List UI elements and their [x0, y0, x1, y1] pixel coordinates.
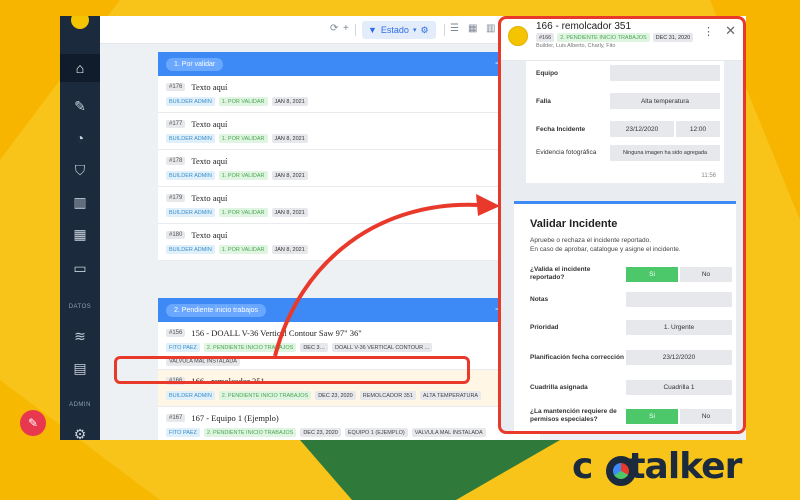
- user-badge: BUILDER ADMIN: [166, 134, 215, 143]
- id-tag: #180: [166, 231, 186, 239]
- list-item[interactable]: #179 Texto aquí BUILDER ADMIN 1. POR VALID…: [158, 187, 540, 224]
- failure-badge: VALVULA MAL INSTALADA: [411, 428, 486, 437]
- sidebar-section-label: ADMIN: [69, 402, 91, 408]
- settings-icon[interactable]: ⚙: [60, 420, 100, 441]
- wrench-icon[interactable]: ✎: [60, 92, 100, 120]
- date-badge: JAN 8, 2021: [271, 208, 308, 217]
- id-tag: #176: [166, 83, 186, 91]
- chart-icon[interactable]: ▥: [60, 188, 100, 216]
- date-badge: JAN 8, 2021: [271, 134, 308, 143]
- id-tag: #167: [166, 414, 186, 422]
- list-item[interactable]: #180 Texto aquí BUILDER ADMIN 1. POR VALID…: [158, 224, 540, 261]
- document-icon[interactable]: ▤: [60, 354, 100, 382]
- id-tag: #156: [166, 329, 186, 337]
- list-icon[interactable]: ☰: [450, 23, 459, 34]
- shield-icon[interactable]: ⛉: [60, 156, 100, 184]
- calendar-icon[interactable]: ▦: [60, 220, 100, 248]
- list-item[interactable]: #167 167 - Equipo 1 (Ejemplo) FITO PAEZ 2.…: [158, 407, 540, 440]
- user-badge: BUILDER ADMIN: [166, 391, 215, 400]
- group-header[interactable]: 2. Pendiente inicio trabajos + ︿: [158, 298, 540, 322]
- cotalker-logo: c talker: [572, 446, 742, 487]
- filter-label: Estado: [380, 25, 409, 35]
- item-title: Texto aquí: [191, 230, 228, 240]
- item-title: Texto aquí: [191, 82, 228, 92]
- id-tag: #178: [166, 157, 186, 165]
- divider: [355, 24, 356, 36]
- item-title: Texto aquí: [191, 156, 228, 166]
- status-filter[interactable]: ▼ Estado ▾ ⚙: [362, 21, 436, 39]
- database-icon[interactable]: ≋: [60, 322, 100, 350]
- id-tag: #177: [166, 120, 186, 128]
- failure-badge: ALTA TEMPERATURA: [419, 391, 482, 400]
- list-item[interactable]: #177 Texto aquí BUILDER ADMIN 1. POR VALID…: [158, 113, 540, 150]
- list-item[interactable]: #178 Texto aquí BUILDER ADMIN 1. POR VALID…: [158, 150, 540, 187]
- id-tag: #179: [166, 194, 186, 202]
- user-badge: FITO PAEZ: [166, 428, 200, 437]
- status-badge: 1. POR VALIDAR: [218, 134, 268, 143]
- item-title: 167 - Equipo 1 (Ejemplo): [191, 413, 279, 423]
- home-icon[interactable]: ⌂: [60, 54, 100, 82]
- refresh-icon[interactable]: ⟳: [330, 23, 338, 34]
- dashboard-icon[interactable]: ◔: [60, 124, 100, 152]
- group-por-validar: 1. Por validar + ︿ #176 Texto aquí BUILDE…: [158, 52, 540, 261]
- status-badge: 1. POR VALIDAR: [218, 171, 268, 180]
- equipment-badge: REMOLCADOR 351: [359, 391, 416, 400]
- item-title: Texto aquí: [191, 119, 228, 129]
- user-badge: BUILDER ADMIN: [166, 245, 215, 254]
- panel-highlight: [498, 16, 746, 434]
- status-badge: 1. POR VALIDAR: [218, 208, 268, 217]
- kanban-icon[interactable]: ▥: [486, 23, 495, 34]
- date-badge: JAN 8, 2021: [271, 245, 308, 254]
- date-badge: JAN 8, 2021: [271, 171, 308, 180]
- group-label: 2. Pendiente inicio trabajos: [166, 303, 267, 317]
- gear-icon: ⚙: [420, 24, 429, 35]
- status-badge: 2. PENDIENTE INICIO TRABAJOS: [203, 428, 297, 437]
- user-badge: BUILDER ADMIN: [166, 208, 215, 217]
- status-badge: 2. PENDIENTE INICIO TRABAJOS: [218, 391, 312, 400]
- avatar[interactable]: [60, 16, 100, 30]
- equipment-badge: DOALL V-36 VERTICAL CONTOUR ...: [332, 343, 433, 352]
- date-badge: DEC 23, 2020: [300, 428, 341, 437]
- chevron-down-icon: ▾: [412, 27, 417, 34]
- user-badge: FITO PAEZ: [166, 343, 200, 352]
- equipment-badge: EQUIPO 1 (EJEMPLO): [344, 428, 408, 437]
- calendar-icon[interactable]: ▦: [468, 23, 477, 34]
- list-item[interactable]: #176 Texto aquí BUILDER ADMIN 1. POR VALID…: [158, 76, 540, 113]
- status-badge: 1. POR VALIDAR: [218, 97, 268, 106]
- filter-icon: ▼: [368, 25, 377, 35]
- status-badge: 1. POR VALIDAR: [218, 245, 268, 254]
- monitor-icon[interactable]: ▭: [60, 254, 100, 282]
- user-badge: BUILDER ADMIN: [166, 171, 215, 180]
- status-badge: 2. PENDIENTE INICIO TRABAJOS: [203, 343, 297, 352]
- date-badge: JAN 8, 2021: [271, 97, 308, 106]
- item-title: Texto aquí: [191, 193, 228, 203]
- sidebar: ⌂ ✎ ◔ ⛉ ▥ ▦ ▭ DATOS ≋ ▤ ADMIN ⚙: [60, 16, 100, 440]
- date-badge: DEC 23, 2020: [315, 391, 356, 400]
- item-title: 156 - DOALL V-36 Vertical Contour Saw 97…: [191, 328, 362, 338]
- row-highlight: [114, 356, 470, 384]
- add-icon[interactable]: +: [343, 23, 349, 34]
- sidebar-section-label: DATOS: [68, 304, 92, 310]
- divider: [444, 24, 445, 36]
- group-label: 1. Por validar: [166, 57, 224, 71]
- user-badge: BUILDER ADMIN: [166, 97, 215, 106]
- bg-shape: [300, 440, 560, 500]
- fab-button[interactable]: ✎: [20, 410, 46, 436]
- date-badge: DEC 3…: [300, 343, 329, 352]
- group-header[interactable]: 1. Por validar + ︿: [158, 52, 540, 76]
